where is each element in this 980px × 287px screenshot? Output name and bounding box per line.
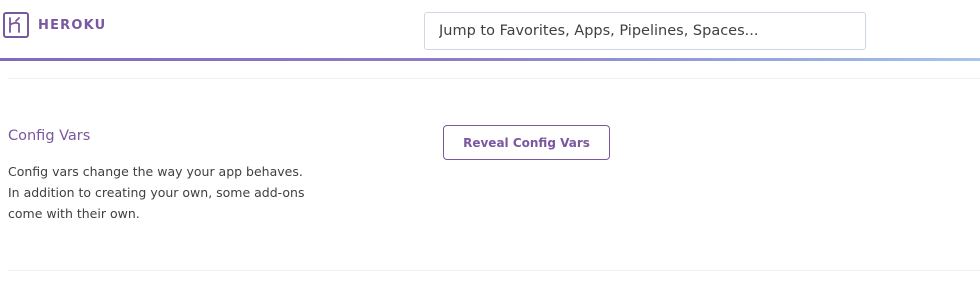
config-vars-title: Config Vars <box>8 128 91 144</box>
heroku-logo[interactable]: HEROKU <box>3 12 106 38</box>
search-input[interactable] <box>424 12 866 50</box>
heroku-logo-icon <box>3 12 29 38</box>
header-gradient-bar <box>0 58 980 61</box>
brand-name: HEROKU <box>38 17 107 33</box>
section-divider <box>8 270 980 271</box>
config-vars-description: Config vars change the way your app beha… <box>8 164 305 221</box>
app-header: HEROKU <box>0 0 980 58</box>
section-divider <box>8 78 980 79</box>
reveal-config-vars-button[interactable]: Reveal Config Vars <box>443 125 610 160</box>
